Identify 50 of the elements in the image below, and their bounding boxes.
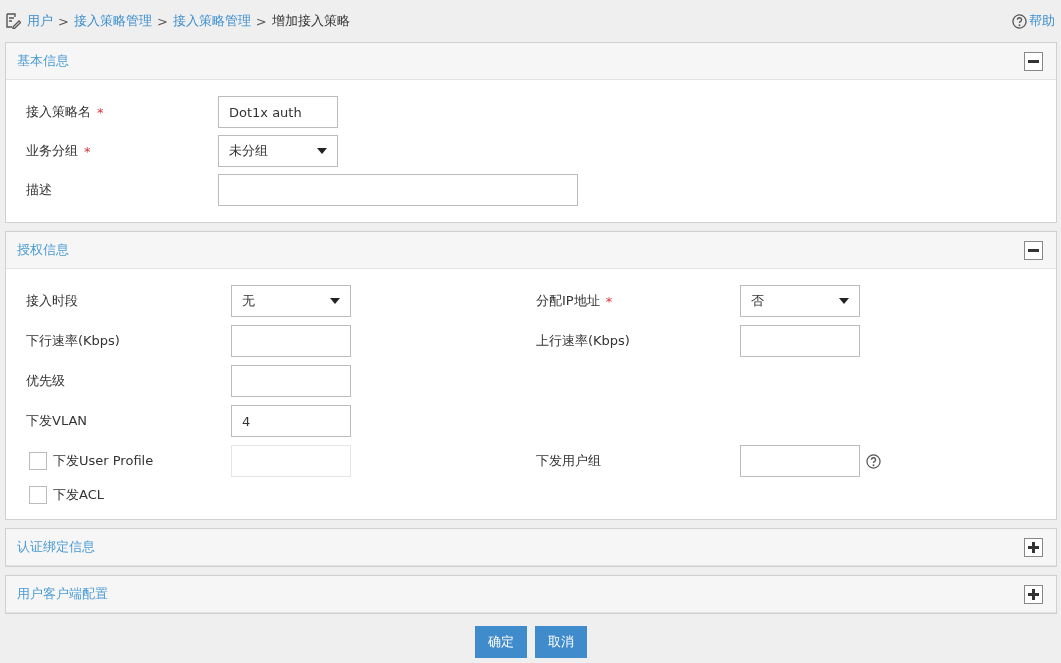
section-title: 认证绑定信息 [17,538,95,556]
select-field[interactable]: 未分组 [218,135,338,167]
select-field[interactable]: 否 [740,285,860,317]
input-field[interactable]: Dot1x auth [218,96,338,128]
field-label: 分配IP地址 [536,292,600,310]
select-field[interactable]: 无 [231,285,351,317]
field-label: 描述 [26,181,52,199]
checkbox-label: 下发User Profile [53,452,154,470]
input-field[interactable] [740,325,860,357]
expand-button[interactable] [1024,537,1043,557]
expand-button[interactable] [1024,584,1043,604]
required-mark: * [84,143,91,159]
required-mark: * [605,293,613,309]
field-label: 接入时段 [26,292,78,310]
section-title: 用户客户端配置 [17,585,108,603]
input-field[interactable]: 4 [231,405,351,437]
section-title: 授权信息 [17,241,69,259]
help-icon[interactable] [866,453,881,469]
breadcrumb-separator: > [255,13,267,29]
field-label: 优先级 [26,372,65,390]
field-label: 下发用户组 [536,452,601,470]
collapse-button[interactable] [1024,240,1043,260]
field-label: 下行速率(Kbps) [26,332,120,350]
dropdown-caret-icon [839,298,849,304]
dropdown-caret-icon [330,298,340,304]
field-label: 上行速率(Kbps) [536,332,630,350]
checkbox[interactable] [29,486,47,504]
section-title: 基本信息 [17,52,69,70]
breadcrumb-separator: > [58,13,69,29]
checkbox-label: 下发ACL [53,486,104,504]
input-field[interactable] [231,325,351,357]
input-field[interactable] [740,445,860,477]
field-label: 下发VLAN [26,412,88,430]
input-field[interactable] [231,365,351,397]
help-icon [1012,13,1027,29]
breadcrumb-link[interactable]: 接入策略管理 [73,12,152,30]
required-mark: * [97,104,104,120]
breadcrumb-separator: > [156,13,168,29]
help-link[interactable]: 帮助 [1012,12,1055,30]
input-field[interactable] [218,174,578,206]
current-page-label: 增加接入策略 [271,12,350,30]
field-label: 业务分组 [26,142,78,160]
cancel-button[interactable]: 取消 [535,626,587,658]
dropdown-caret-icon [317,148,327,154]
confirm-button[interactable]: 确定 [475,626,527,658]
breadcrumb-link[interactable]: 接入策略管理 [172,12,251,30]
field-label: 接入策略名 [26,103,91,121]
collapse-button[interactable] [1024,51,1043,71]
user-edit-icon [5,13,21,29]
breadcrumb-link[interactable]: 用户 [27,12,53,30]
